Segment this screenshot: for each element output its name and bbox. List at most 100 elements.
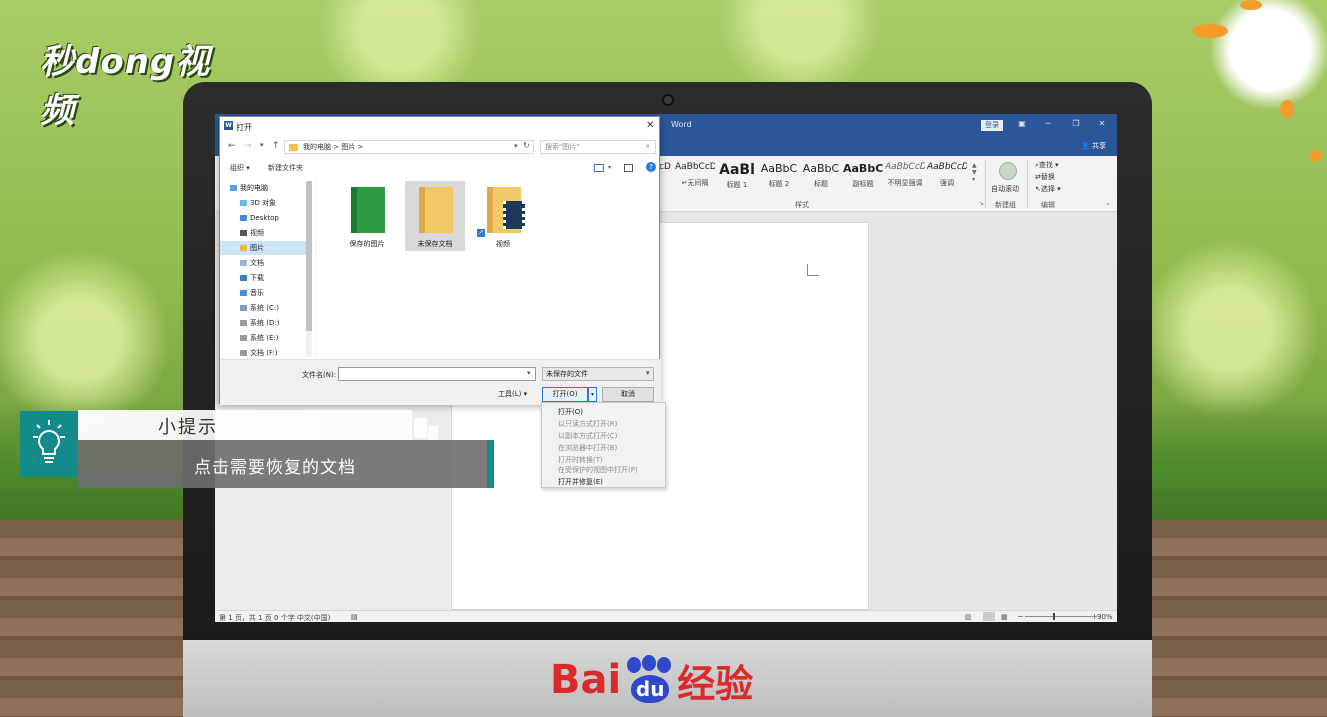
miaodong-video-logo: 秒dong视频 xyxy=(40,34,240,131)
ribbon-display-options-icon[interactable]: ▣ xyxy=(1017,119,1027,129)
style-no-spacing[interactable]: AaBbCcDt ↵无间隔 xyxy=(675,162,715,196)
filename-dropdown-icon[interactable]: ▾ xyxy=(527,369,531,377)
tip-header-band xyxy=(78,410,412,440)
menu-item-open-read-only[interactable]: 以只读方式打开(R) xyxy=(558,419,617,429)
zoom-slider-thumb[interactable] xyxy=(1053,613,1055,620)
back-arrow-icon[interactable]: ← xyxy=(228,141,236,151)
flower-petal xyxy=(1280,100,1294,118)
web-layout-icon[interactable]: ▦ xyxy=(1001,613,1008,621)
open-button[interactable]: 打开(O) xyxy=(542,387,588,402)
file-name: 保存的图片 xyxy=(349,240,385,248)
3d-objects-icon xyxy=(240,200,247,206)
style-title[interactable]: AaBbC 标题 xyxy=(801,162,841,196)
flower-petal xyxy=(1192,24,1228,38)
view-dropdown-icon[interactable]: ▾ xyxy=(608,164,611,171)
replace-label: 替换 xyxy=(1040,173,1055,181)
documents-icon xyxy=(240,260,247,266)
autoscroll-label[interactable]: 自动滚动 xyxy=(991,184,1019,194)
screen: Word 登录 ▣ ─ ❐ ✕ 👤 共享 cDt AaBbCcDt ↵无间隔 A… xyxy=(215,114,1117,622)
sidebar-item-3d-objects[interactable]: 3D 对象 xyxy=(220,196,306,210)
filetype-select[interactable]: 未保存的文件 xyxy=(542,367,654,381)
sidebar-item-drive-d[interactable]: 系统 (D:) xyxy=(220,316,306,330)
autoscroll-icon[interactable] xyxy=(999,162,1017,180)
sidebar-item-desktop[interactable]: Desktop xyxy=(220,211,306,225)
filename-input[interactable] xyxy=(338,367,536,381)
sidebar-item-music[interactable]: 音乐 xyxy=(220,286,306,300)
zoom-slider[interactable] xyxy=(1025,616,1091,617)
print-layout-icon[interactable] xyxy=(983,612,995,621)
sidebar-item-videos[interactable]: 视频 xyxy=(220,226,306,240)
styles-dialog-launcher-icon[interactable]: ↘ xyxy=(979,200,984,207)
dialog-close-icon[interactable]: ✕ xyxy=(646,120,654,131)
menu-item-open-protected-view[interactable]: 在受保护的视图中打开(P) xyxy=(558,465,638,475)
macro-record-icon[interactable]: ▤ xyxy=(351,613,358,621)
replace-button[interactable]: ⇄替换 xyxy=(1035,172,1055,182)
sidebar-item-documents[interactable]: 文档 xyxy=(220,256,306,270)
minimize-icon[interactable]: ─ xyxy=(1043,119,1053,129)
close-icon[interactable]: ✕ xyxy=(1097,119,1107,129)
styles-scroll-arrows[interactable]: ▲ ▼ ▾ xyxy=(972,162,977,183)
baidu-latin: Bai xyxy=(550,657,622,703)
word-window-title: Word xyxy=(671,120,692,129)
shortcut-arrow-icon: ↗ xyxy=(477,229,485,237)
refresh-icon[interactable]: ↻ xyxy=(523,141,530,150)
address-dropdown-icon[interactable]: ▾ xyxy=(514,142,518,150)
new-folder-button[interactable]: 新建文件夹 xyxy=(268,163,303,173)
forward-arrow-icon[interactable]: → xyxy=(244,141,252,151)
find-button[interactable]: ⌕查找 ▾ xyxy=(1035,160,1059,170)
style-heading-2[interactable]: AaBbC 标题 2 xyxy=(759,162,799,196)
menu-item-open-as-copy[interactable]: 以副本方式打开(C) xyxy=(558,431,617,441)
sidebar-item-label: Desktop xyxy=(250,214,279,222)
file-item-videos[interactable]: ↗ 视频 xyxy=(473,181,533,251)
style-subtle-emphasis[interactable]: AaBbCcDt 不明显强调 xyxy=(885,162,925,196)
recent-locations-icon[interactable]: ▾ xyxy=(260,141,264,149)
sidebar-item-downloads[interactable]: 下载 xyxy=(220,271,306,285)
restore-icon[interactable]: ❐ xyxy=(1071,119,1081,129)
menu-item-open[interactable]: 打开(O) xyxy=(558,407,583,417)
file-item-unsaved-documents[interactable]: 未保存文档 xyxy=(405,181,465,251)
collapse-ribbon-icon[interactable]: ⌃ xyxy=(1105,202,1111,210)
computer-icon xyxy=(230,185,237,191)
sidebar-item-pictures[interactable]: 图片 xyxy=(220,241,306,255)
group-label-new: 新建组 xyxy=(995,201,1016,209)
sidebar-item-this-pc[interactable]: 我的电脑 xyxy=(220,181,306,195)
search-input[interactable]: 搜索"图片" xyxy=(540,140,656,154)
style-emphasis[interactable]: AaBbCcDt 强调 xyxy=(927,162,967,196)
zoom-level[interactable]: 90% xyxy=(1097,613,1113,621)
tools-button[interactable]: 工具(L) ▾ xyxy=(498,389,527,399)
help-icon[interactable]: ? xyxy=(646,162,656,172)
read-mode-icon[interactable]: ▥ xyxy=(965,613,972,621)
open-dropdown-arrow[interactable]: ▾ xyxy=(588,387,597,402)
organize-button[interactable]: 组织 ▾ xyxy=(230,163,250,173)
sidebar-item-drive-f[interactable]: 文档 (F:) xyxy=(220,346,306,360)
address-bar[interactable]: 我的电脑 > 图片 > xyxy=(284,140,534,154)
open-file-dialog: W 打开 ✕ ← → ▾ ↑ 我的电脑 > 图片 > ▾ ↻ 搜索"图片" ⌕ … xyxy=(219,116,661,405)
file-item-saved-pictures[interactable]: 保存的图片 xyxy=(337,181,397,251)
user-icon: 👤 xyxy=(1081,142,1090,150)
share-button[interactable]: 👤 共享 xyxy=(1081,141,1106,151)
sidebar-item-drive-e[interactable]: 系统 (E:) xyxy=(220,331,306,345)
select-button[interactable]: ↖选择 ▾ xyxy=(1035,184,1061,194)
filetype-dropdown-icon[interactable]: ▾ xyxy=(646,369,650,377)
change-view-icon[interactable] xyxy=(594,164,604,172)
baidu-jingyan-logo: Bai du 经验 xyxy=(550,650,810,710)
preview-pane-icon[interactable] xyxy=(624,164,633,172)
sidebar-item-drive-c[interactable]: 系统 (C:) xyxy=(220,301,306,315)
drive-icon xyxy=(240,350,247,356)
style-subtitle[interactable]: AaBbC 副标题 xyxy=(843,162,883,196)
sidebar-item-label: 系统 (E:) xyxy=(250,334,279,342)
search-icon[interactable]: ⌕ xyxy=(646,142,650,151)
navigation-pane: 我的电脑 3D 对象 Desktop 视频 图片 文档 下载 音乐 系统 (C:… xyxy=(220,177,316,359)
dialog-toolbar: 组织 ▾ 新建文件夹 ▾ ? xyxy=(220,159,661,177)
menu-item-open-in-browser[interactable]: 在浏览器中打开(B) xyxy=(558,443,617,453)
sidebar-scrollbar-thumb[interactable] xyxy=(306,181,312,331)
style-heading-1[interactable]: AaBl 标题 1 xyxy=(717,162,757,196)
file-list: 保存的图片 未保存文档 ↗ 视频 xyxy=(317,177,661,359)
zoom-out-icon[interactable]: − xyxy=(1017,612,1024,621)
menu-item-open-and-repair[interactable]: 打开并修复(E) xyxy=(558,477,603,487)
menu-item-open-with-transform[interactable]: 打开时转换(T) xyxy=(558,455,603,465)
login-button[interactable]: 登录 xyxy=(981,120,1003,131)
flower-petal xyxy=(1240,0,1262,10)
up-arrow-icon[interactable]: ↑ xyxy=(272,141,280,151)
cancel-button[interactable]: 取消 xyxy=(602,387,654,402)
